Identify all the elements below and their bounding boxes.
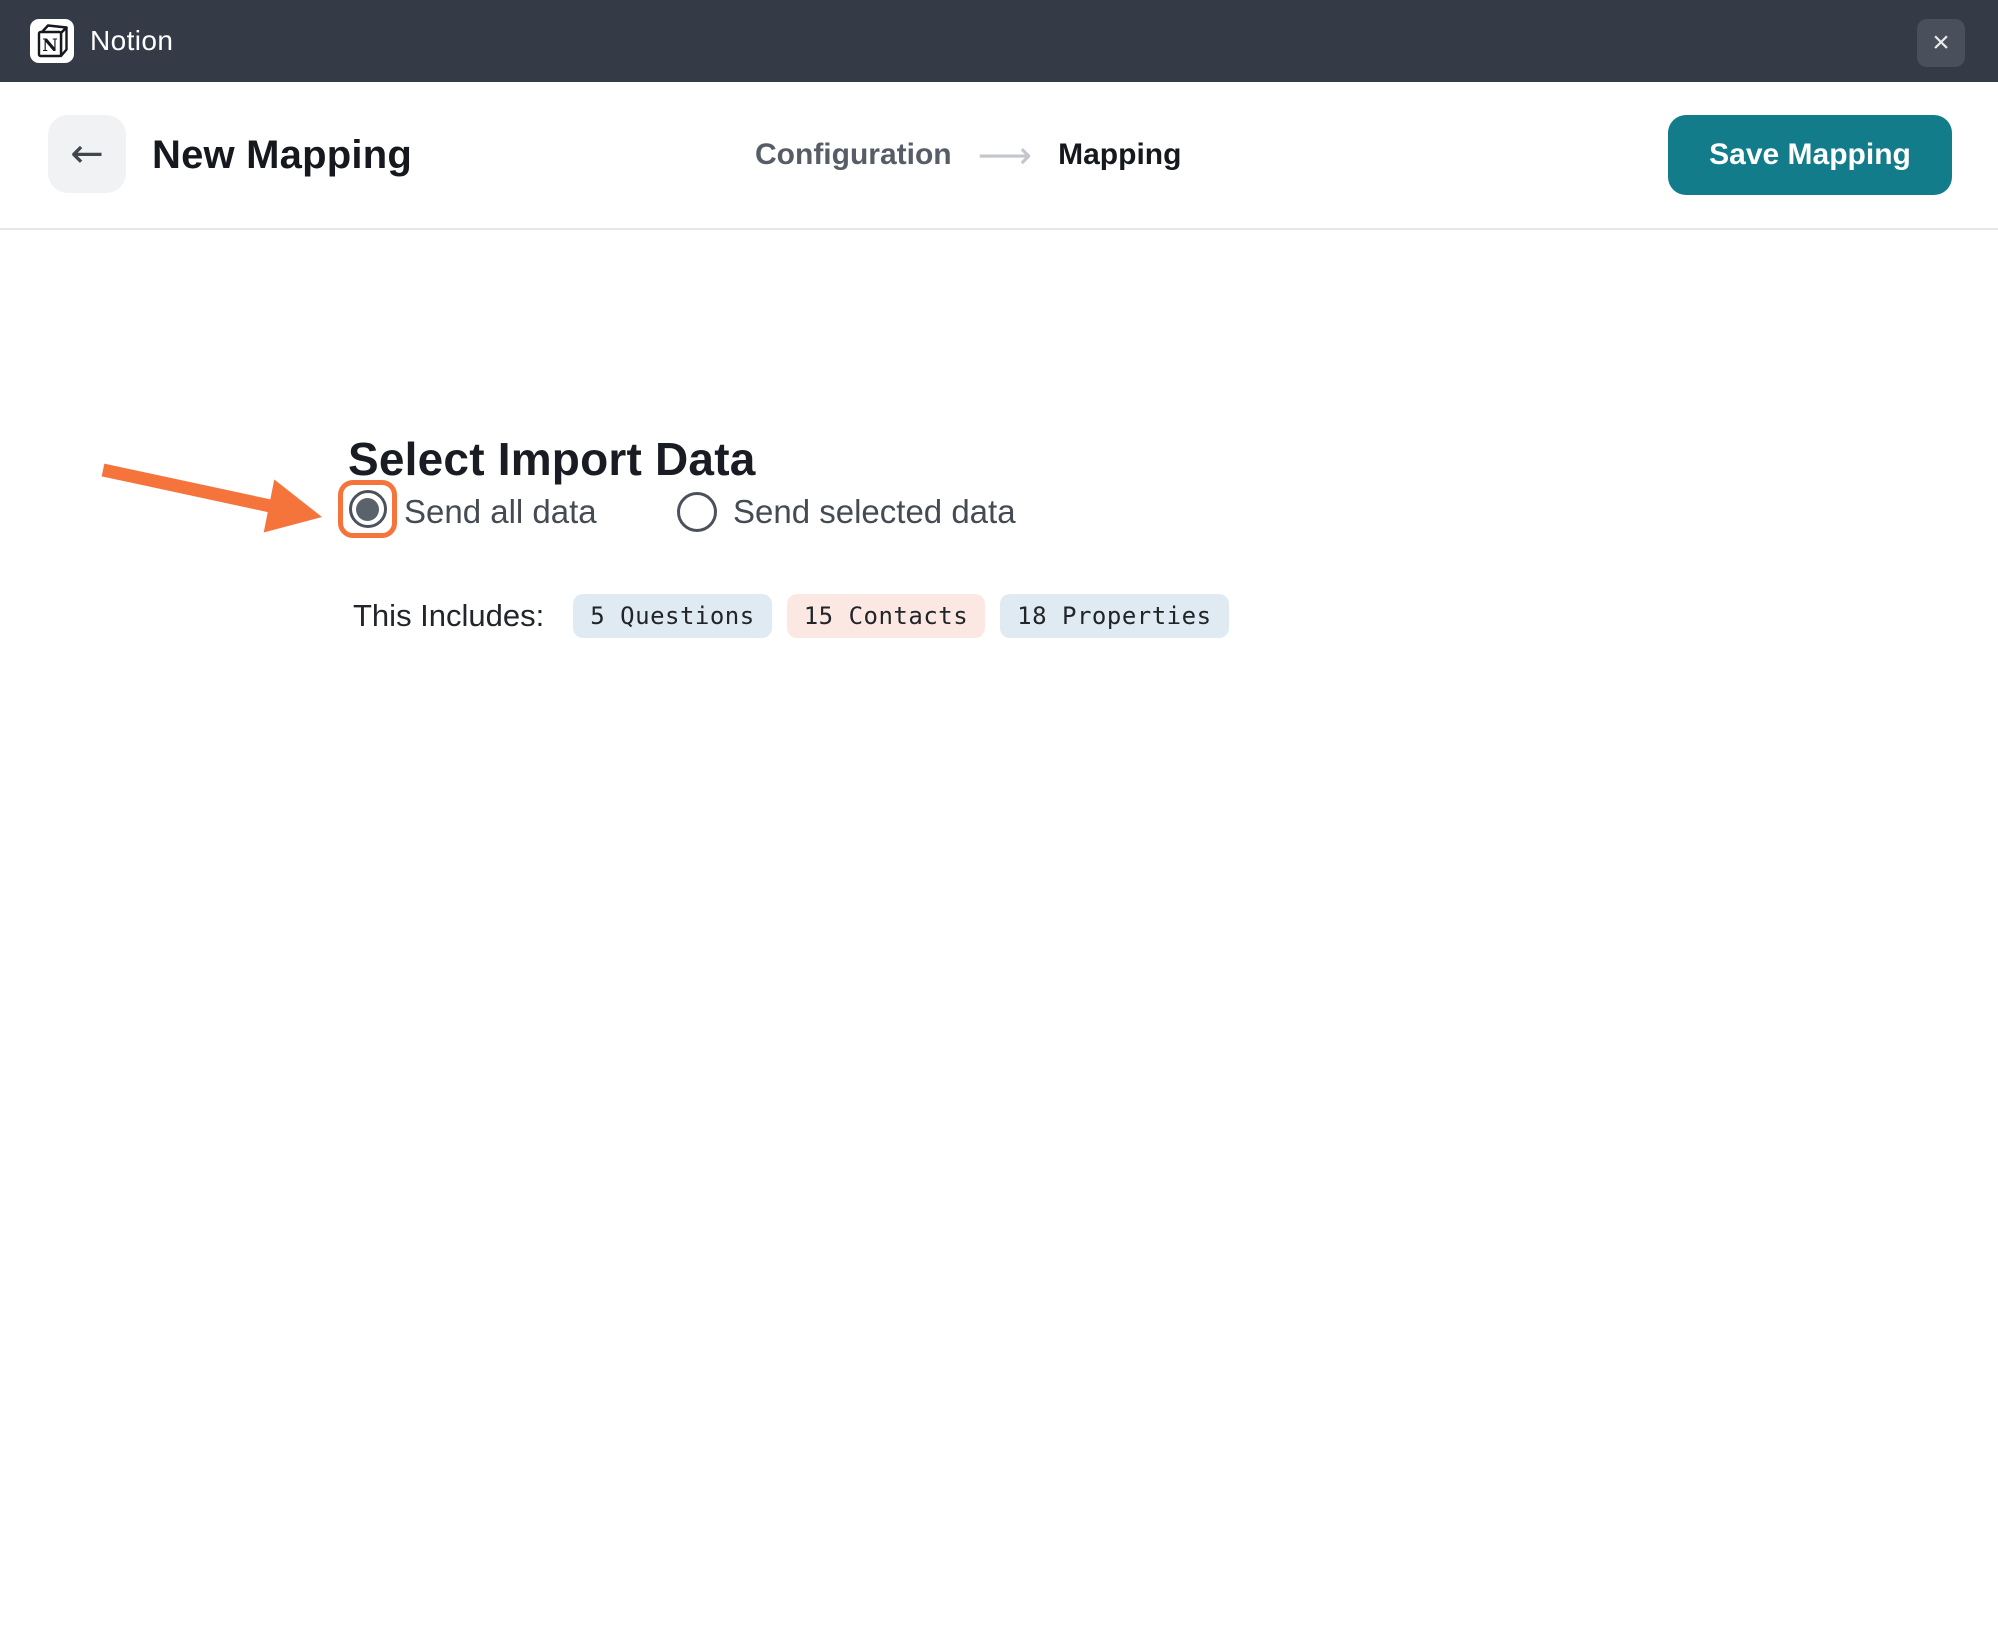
app-topbar: N Notion × xyxy=(0,0,1998,82)
badge-properties: 18 Properties xyxy=(1000,594,1228,638)
badge-questions: 5 Questions xyxy=(573,594,771,638)
wizard-steps: Configuration ⟶ Mapping xyxy=(755,82,1181,228)
page-header: ← New Mapping Configuration ⟶ Mapping Sa… xyxy=(0,82,1998,230)
badge-contacts: 15 Contacts xyxy=(787,594,985,638)
app-name: Notion xyxy=(90,0,173,82)
save-mapping-button[interactable]: Save Mapping xyxy=(1668,115,1952,195)
close-icon: × xyxy=(1932,26,1950,60)
close-button[interactable]: × xyxy=(1917,19,1965,67)
page-title: New Mapping xyxy=(152,82,412,228)
radio-send-all-data[interactable] xyxy=(349,490,387,528)
step-arrow-icon: ⟶ xyxy=(978,136,1032,174)
radio-label-send-selected-data[interactable]: Send selected data xyxy=(733,492,1016,532)
arrow-left-icon: ← xyxy=(70,134,104,174)
radio-selected-dot xyxy=(356,498,379,521)
step-mapping: Mapping xyxy=(1058,138,1181,172)
radio-send-selected-data[interactable] xyxy=(677,492,717,532)
svg-text:N: N xyxy=(42,36,58,56)
back-button[interactable]: ← xyxy=(48,115,126,193)
selected-option-highlight[interactable] xyxy=(338,480,397,538)
step-configuration[interactable]: Configuration xyxy=(755,138,952,172)
radio-label-send-all-data[interactable]: Send all data xyxy=(404,492,597,532)
section-heading: Select Import Data xyxy=(348,432,756,486)
notion-logo-icon: N xyxy=(30,19,74,63)
includes-row: This Includes: 5 Questions 15 Contacts 1… xyxy=(353,594,1244,638)
annotation-arrow xyxy=(90,450,340,550)
includes-label: This Includes: xyxy=(353,598,544,634)
